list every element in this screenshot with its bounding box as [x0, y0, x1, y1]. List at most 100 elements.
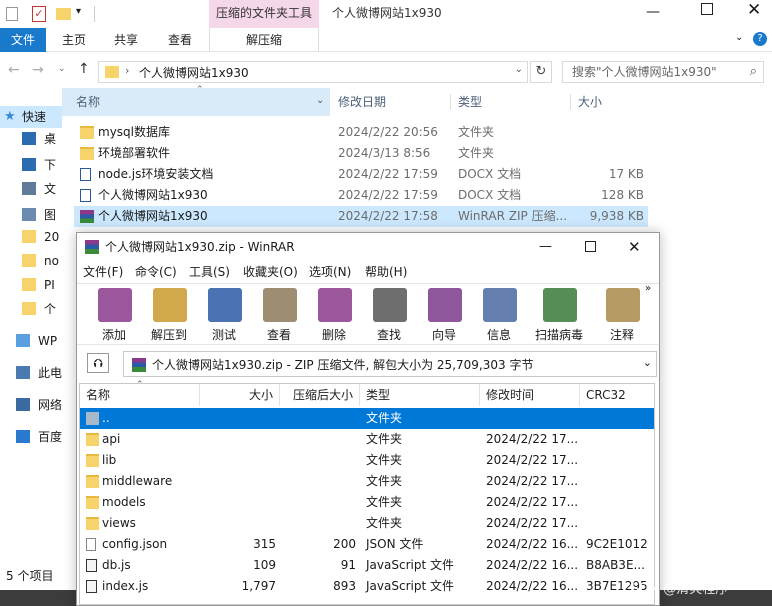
- column-header-size[interactable]: 大小: [578, 88, 602, 116]
- menu-options[interactable]: 选项(N): [309, 261, 351, 283]
- winrar-maximize-icon[interactable]: [585, 241, 596, 252]
- pc-icon: [16, 366, 30, 379]
- column-dropdown-icon[interactable]: ⌄: [316, 95, 324, 106]
- winrar-minimize-icon[interactable]: —: [539, 233, 552, 261]
- sidebar-item[interactable]: 文: [0, 178, 62, 200]
- file-name: mysql数据库: [98, 125, 170, 139]
- toolbar-button[interactable]: 扫描病毒: [532, 288, 586, 344]
- sidebar-item[interactable]: ★ 快速: [0, 106, 62, 128]
- tab-file[interactable]: 文件: [0, 28, 46, 52]
- archive-row[interactable]: config.json 315 200 JSON 文件 2024/2/22 16... 9…: [80, 534, 654, 555]
- archive-row[interactable]: index.js 1,797 893 JavaScript 文件 2024/2/22 1…: [80, 576, 654, 597]
- archive-row[interactable]: middleware 文件夹 2024/2/22 17...: [80, 471, 654, 492]
- toolbar-button-label: 查看: [266, 328, 291, 342]
- close-icon[interactable]: ✕: [747, 0, 761, 20]
- toolbar-button[interactable]: 查找: [362, 288, 416, 344]
- toolbar-button[interactable]: 注释: [595, 288, 649, 344]
- menu-favorites[interactable]: 收藏夹(O): [243, 261, 298, 283]
- search-placeholder: 搜索"个人微博网站1x930": [572, 65, 717, 79]
- toolbar-button[interactable]: 向导: [417, 288, 471, 344]
- file-row[interactable]: 环境部署软件 2024/3/13 8:56 文件夹: [74, 143, 648, 164]
- sidebar-item[interactable]: no: [0, 250, 62, 272]
- file-row[interactable]: mysql数据库 2024/2/22 20:56 文件夹: [74, 122, 648, 143]
- back-icon[interactable]: ←: [8, 62, 20, 78]
- docx-icon: [80, 168, 91, 181]
- sidebar-item-label: 20: [44, 230, 60, 244]
- sidebar-item[interactable]: 下: [0, 154, 62, 176]
- quick-access-dropdown-icon[interactable]: ▾: [76, 6, 81, 17]
- archive-item-type: 文件夹: [366, 495, 403, 509]
- archive-row[interactable]: .. 文件夹: [80, 408, 654, 429]
- sidebar-item[interactable]: 图: [0, 204, 62, 226]
- folder-icon[interactable]: [56, 8, 71, 20]
- minimize-icon[interactable]: —: [646, 4, 660, 20]
- file-row[interactable]: 个人微博网站1x930 2024/2/22 17:59 DOCX 文档 128 KB: [74, 185, 648, 206]
- archive-row[interactable]: views 文件夹 2024/2/22 17...: [80, 513, 654, 534]
- up-icon[interactable]: ↑: [78, 61, 90, 77]
- column-header-type[interactable]: 类型: [458, 88, 482, 116]
- archive-row[interactable]: api 文件夹 2024/2/22 17...: [80, 429, 654, 450]
- path-dropdown-icon[interactable]: ⌄: [643, 356, 652, 369]
- file-row[interactable]: 个人微博网站1x930 2024/2/22 17:58 WinRAR ZIP 压缩.…: [74, 206, 648, 227]
- maximize-icon[interactable]: [701, 3, 713, 15]
- refresh-button[interactable]: ↻: [530, 61, 552, 83]
- toolbar-button[interactable]: 解压到: [142, 288, 196, 344]
- extract-icon: [153, 288, 187, 322]
- sidebar-item[interactable]: 桌: [0, 128, 62, 150]
- column-header-crc[interactable]: CRC32: [580, 384, 654, 406]
- file-row[interactable]: node.js环境安装文档 2024/2/22 17:59 DOCX 文档 17 KB: [74, 164, 648, 185]
- sidebar-item-label: 快速: [22, 110, 47, 124]
- folder-icon: [80, 126, 94, 139]
- window-title: 个人微博网站1x930: [332, 6, 442, 20]
- toolbar-button-label: 解压到: [150, 328, 187, 342]
- column-divider: [450, 94, 451, 110]
- archive-item-name: config.json: [102, 537, 168, 551]
- file-name: 环境部署软件: [98, 146, 171, 160]
- toolbar-more-icon[interactable]: »: [645, 283, 651, 294]
- column-header-mtime[interactable]: 修改时间: [480, 384, 580, 406]
- address-dropdown-icon[interactable]: ⌄: [515, 64, 523, 75]
- column-header-size[interactable]: 大小: [200, 384, 280, 406]
- archive-row[interactable]: models 文件夹 2024/2/22 17...: [80, 492, 654, 513]
- toolbar-button[interactable]: 信息: [472, 288, 526, 344]
- column-header-packed[interactable]: 压缩后大小: [280, 384, 360, 406]
- archive-path-field[interactable]: 个人微博网站1x930.zip - ZIP 压缩文件, 解包大小为 25,709…: [123, 351, 657, 377]
- archive-item-type: JavaScript 文件: [366, 579, 454, 593]
- menu-tools[interactable]: 工具(S): [189, 261, 230, 283]
- winrar-titlebar: 个人微博网站1x930.zip - WinRAR — ✕: [77, 233, 659, 261]
- checkmark-icon[interactable]: ✓: [32, 6, 46, 22]
- up-one-level-button[interactable]: ⮉: [87, 353, 109, 373]
- archive-row[interactable]: db.js 109 91 JavaScript 文件 2024/2/22 16... B8…: [80, 555, 654, 576]
- find-icon: [373, 288, 407, 322]
- sidebar-item[interactable]: 网络: [0, 394, 62, 416]
- sidebar-item[interactable]: WP: [0, 330, 62, 352]
- menu-file[interactable]: 文件(F): [83, 261, 123, 283]
- toolbar-button[interactable]: 查看: [252, 288, 306, 344]
- menu-commands[interactable]: 命令(C): [135, 261, 177, 283]
- help-icon[interactable]: ?: [753, 32, 767, 46]
- archive-row[interactable]: lib 文件夹 2024/2/22 17...: [80, 450, 654, 471]
- menu-help[interactable]: 帮助(H): [365, 261, 407, 283]
- toolbar-button[interactable]: 添加: [87, 288, 141, 344]
- titlebar-separator: [94, 6, 95, 22]
- address-bar[interactable]: › 个人微博网站1x930 ⌄: [98, 61, 528, 83]
- sidebar-item[interactable]: 20: [0, 226, 62, 248]
- sidebar-item[interactable]: 个: [0, 298, 62, 320]
- toolbar-button[interactable]: 删除: [307, 288, 361, 344]
- winrar-close-icon[interactable]: ✕: [628, 233, 641, 261]
- sidebar-item[interactable]: 此电: [0, 362, 62, 384]
- ribbon-expand-icon[interactable]: ⌄: [735, 32, 743, 43]
- search-input[interactable]: 搜索"个人微博网站1x930" ⌕: [562, 61, 764, 83]
- sidebar-item[interactable]: PI: [0, 274, 62, 296]
- tab-view[interactable]: 查看: [168, 28, 192, 52]
- column-header-date[interactable]: 修改日期: [338, 88, 386, 116]
- toolbar-button[interactable]: 测试: [197, 288, 251, 344]
- sidebar-item[interactable]: 百度: [0, 426, 62, 448]
- forward-icon[interactable]: →: [32, 62, 44, 78]
- file-date: 2024/3/13 8:56: [338, 146, 431, 160]
- tab-home[interactable]: 主页: [62, 28, 86, 52]
- tab-extract[interactable]: 解压缩: [209, 28, 319, 52]
- column-header-type[interactable]: 类型: [360, 384, 480, 406]
- recent-dropdown-icon[interactable]: ⌄: [58, 64, 66, 74]
- tab-share[interactable]: 共享: [114, 28, 138, 52]
